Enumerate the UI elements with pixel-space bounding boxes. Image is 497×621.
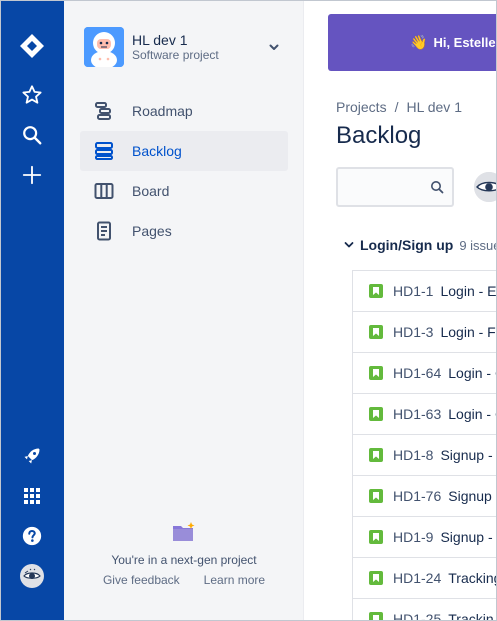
issue-row[interactable]: HD1-76 Signup -: [353, 476, 497, 517]
story-icon: [369, 530, 383, 544]
sidebar-item-pages[interactable]: Pages: [80, 211, 288, 251]
sidebar-item-label: Pages: [132, 223, 172, 239]
folder-sparkle-icon: [172, 521, 196, 543]
learn-more-link[interactable]: Learn more: [204, 573, 265, 587]
nextgen-notice: You're in a next-gen project Give feedba…: [64, 521, 304, 587]
breadcrumb-projects[interactable]: Projects: [336, 99, 387, 115]
story-icon: [369, 489, 383, 503]
issue-row[interactable]: HD1-3 Login - Fo: [353, 312, 497, 353]
issue-summary: Signup -: [448, 488, 497, 504]
jira-logo-icon[interactable]: [16, 30, 48, 62]
project-name: HL dev 1: [132, 32, 188, 48]
issue-summary: Tracking: [448, 570, 497, 586]
issue-row[interactable]: HD1-25 Trackin: [353, 599, 497, 621]
issue-row[interactable]: HD1-64 Login - G: [353, 353, 497, 394]
story-icon: [369, 407, 383, 421]
issue-key: HD1-63: [393, 406, 442, 422]
sidebar-item-roadmap[interactable]: Roadmap: [80, 91, 288, 131]
search-input[interactable]: [336, 167, 454, 207]
epic-group-name: Login/Sign up: [360, 237, 454, 253]
rocket-icon[interactable]: [16, 440, 48, 472]
assignee-avatar-filter[interactable]: [472, 170, 497, 204]
search-icon: [430, 180, 444, 199]
issue-row[interactable]: HD1-24 Tracking: [353, 558, 497, 599]
issue-summary: Login - G: [448, 365, 497, 381]
issue-row[interactable]: HD1-1 Login - Er: [353, 271, 497, 312]
story-icon: [369, 366, 383, 380]
story-icon: [369, 571, 383, 585]
issue-key: HD1-64: [393, 365, 442, 381]
story-icon: [369, 612, 383, 621]
backlog-icon: [92, 139, 116, 163]
epic-group-count: 9 issue: [459, 237, 497, 253]
project-avatar: [84, 27, 124, 67]
issue-summary: Login - G: [448, 406, 497, 422]
project-switcher[interactable]: HL dev 1 Software project: [84, 27, 284, 67]
give-feedback-link[interactable]: Give feedback: [103, 573, 180, 587]
story-icon: [369, 284, 383, 298]
issue-key: HD1-24: [393, 570, 442, 586]
roadmap-icon: [92, 99, 116, 123]
sidebar-item-label: Board: [132, 183, 170, 199]
issue-key: HD1-25: [393, 611, 442, 621]
issue-summary: Signup -: [440, 447, 493, 463]
breadcrumb-separator: /: [394, 99, 399, 115]
banner-text: Hi, Estelle: [433, 35, 496, 50]
issue-row[interactable]: HD1-8 Signup -: [353, 435, 497, 476]
create-plus-icon[interactable]: [16, 159, 48, 191]
issue-summary: Trackin: [448, 611, 494, 621]
issue-key: HD1-1: [393, 283, 434, 299]
breadcrumb: Projects / HL dev 1: [336, 99, 462, 115]
project-type: Software project: [132, 48, 219, 62]
board-icon: [92, 179, 116, 203]
waving-hand-icon: 👋: [410, 34, 428, 50]
project-sidebar: HL dev 1 Software project Roadmap Backlo…: [64, 0, 304, 621]
epic-group-header[interactable]: Login/Sign up 9 issue: [342, 237, 497, 253]
app-switcher-icon[interactable]: [16, 480, 48, 512]
chevron-down-icon[interactable]: [342, 238, 356, 252]
issue-summary: Login - Er: [440, 283, 497, 299]
issue-key: HD1-76: [393, 488, 442, 504]
pages-icon: [92, 219, 116, 243]
user-avatar[interactable]: [16, 560, 48, 592]
sidebar-item-backlog[interactable]: Backlog: [80, 131, 288, 171]
page-title: Backlog: [336, 122, 422, 149]
issue-row[interactable]: HD1-9 Signup -: [353, 517, 497, 558]
issue-key: HD1-8: [393, 447, 434, 463]
nextgen-message: You're in a next-gen project: [111, 553, 257, 567]
sidebar-item-board[interactable]: Board: [80, 171, 288, 211]
issue-summary: Signup -: [440, 529, 493, 545]
main-content: 👋 Hi, Estelle Projects / HL dev 1 Backlog …: [304, 0, 497, 621]
issue-key: HD1-3: [393, 324, 434, 340]
breadcrumb-project[interactable]: HL dev 1: [406, 99, 462, 115]
help-icon[interactable]: [16, 520, 48, 552]
issue-summary: Login - Fo: [440, 324, 497, 340]
issue-row[interactable]: HD1-63 Login - G: [353, 394, 497, 435]
welcome-banner[interactable]: 👋 Hi, Estelle: [328, 14, 497, 71]
sidebar-item-label: Roadmap: [132, 103, 193, 119]
issue-list: HD1-1 Login - Er HD1-3 Login - Fo HD1-64 Lo…: [352, 270, 497, 621]
sidebar-item-label: Backlog: [132, 143, 182, 159]
search-icon[interactable]: [16, 119, 48, 151]
chevron-down-icon[interactable]: [264, 37, 284, 57]
star-icon[interactable]: [16, 79, 48, 111]
story-icon: [369, 448, 383, 462]
story-icon: [369, 325, 383, 339]
issue-key: HD1-9: [393, 529, 434, 545]
global-nav-rail: [0, 0, 64, 621]
